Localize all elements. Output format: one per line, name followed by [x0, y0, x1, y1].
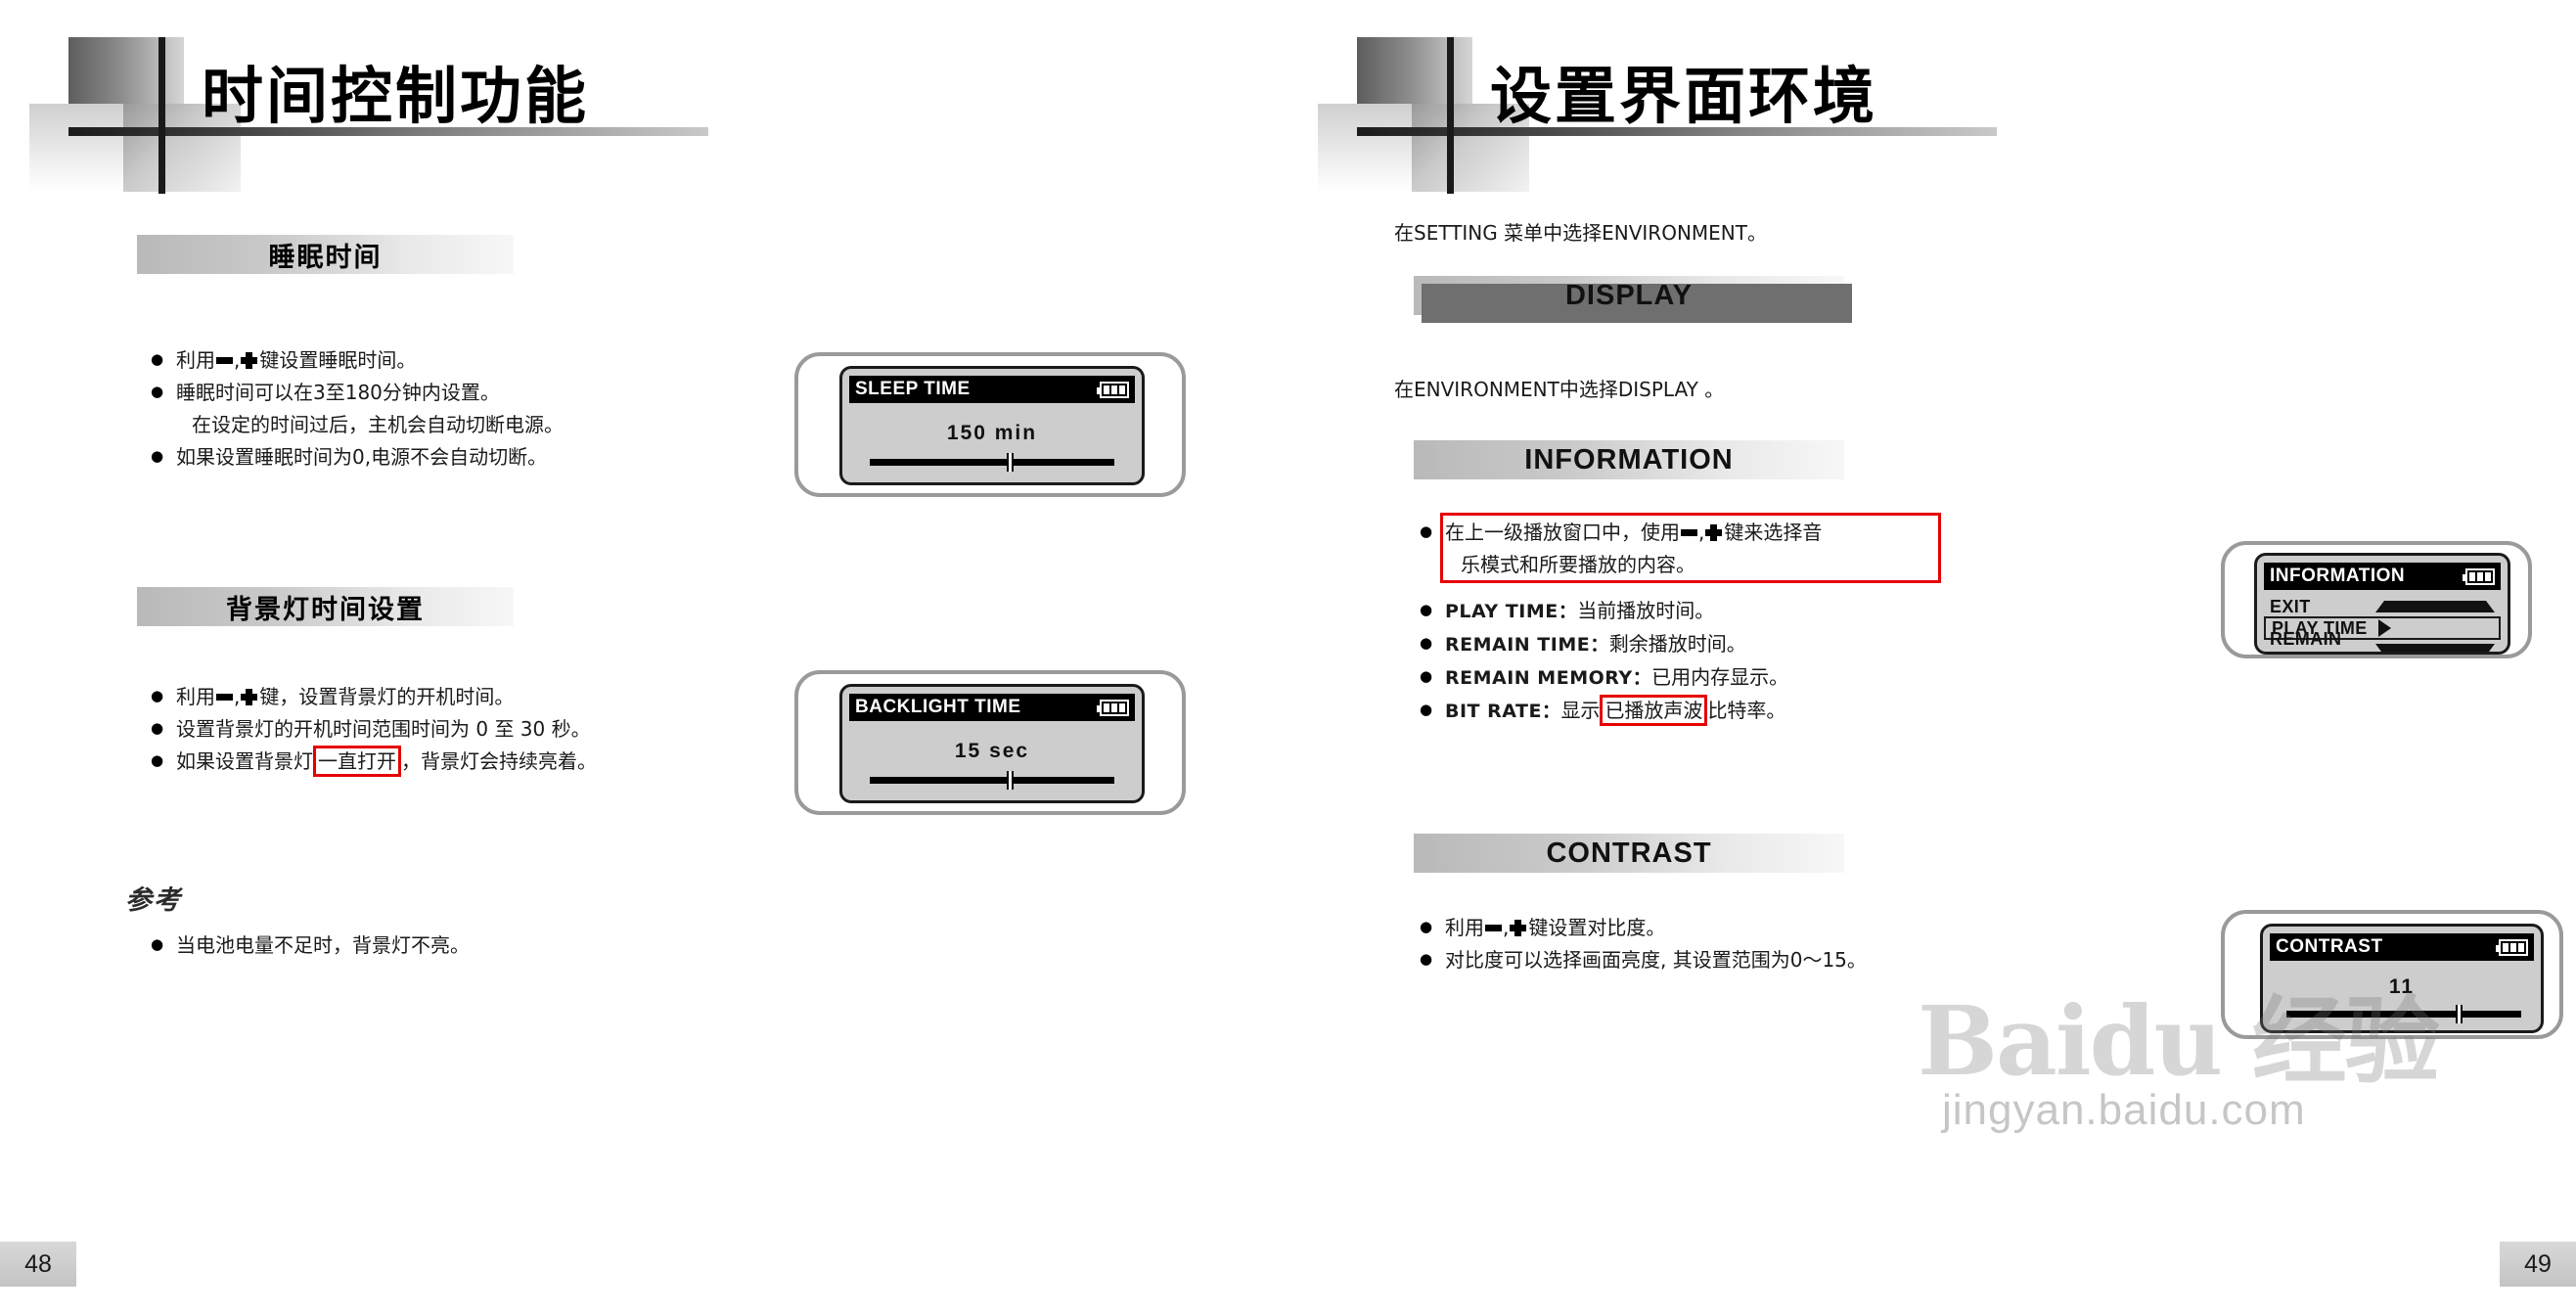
arrow-up-icon[interactable]	[2375, 601, 2495, 612]
menu-item-exit[interactable]: EXIT	[2264, 595, 2501, 618]
list-item: 如果设置睡眠时间为0,电源不会自动切断。	[149, 440, 755, 474]
lcd-slider-thumb[interactable]	[1007, 453, 1014, 472]
contrast-bullet-list: 利用,键设置对比度。 对比度可以选择画面亮度, 其设置范围为0～15。	[1418, 911, 2063, 976]
lcd-titlebar: BACKLIGHT TIME	[849, 694, 1135, 721]
device-mock-information-menu: INFORMATION EXIT PLAY TIME REMAIN TIME	[2221, 541, 2532, 658]
reference-bullet-list: 当电池电量不足时，背景灯不亮。	[149, 929, 736, 962]
plus-key-icon	[1705, 524, 1723, 541]
menu-item-label: REMAIN TIME	[2270, 629, 2342, 652]
menu-item-remain-time[interactable]: REMAIN TIME	[2264, 629, 2501, 652]
red-annotation-box: 一直打开	[313, 746, 401, 777]
list-item: PLAY TIME：当前播放时间。	[1418, 594, 2044, 628]
section-banner-label: 背景灯时间设置	[226, 594, 425, 625]
lcd-slider-thumb[interactable]	[2456, 1005, 2463, 1023]
battery-icon	[2496, 938, 2528, 956]
header-vertical-rule	[158, 37, 165, 194]
list-item: 利用,键，设置背景灯的开机时间。	[149, 680, 794, 713]
lcd-slider-track[interactable]	[870, 771, 1114, 790]
minus-key-icon	[216, 357, 233, 364]
right-page: 设置界面环境 在SETTING 菜单中选择ENVIRONMENT。 DISPLA…	[1288, 0, 2576, 1314]
left-page: 时间控制功能 睡眠时间 利用,键设置睡眠时间。 睡眠时间可以在3至180分钟内设…	[0, 0, 1288, 1314]
backlight-bullet-list: 利用,键，设置背景灯的开机时间。 设置背景灯的开机时间范围时间为 0 至 30 …	[149, 680, 794, 778]
battery-icon	[1097, 381, 1129, 398]
sleep-time-bullet-list: 利用,键设置睡眠时间。 睡眠时间可以在3至180分钟内设置。 在设定的时间过后，…	[149, 343, 755, 474]
battery-icon	[1097, 699, 1129, 716]
list-item-continuation: 在设定的时间过后，主机会自动切断电源。	[192, 413, 564, 436]
red-annotation-box: 已播放声波	[1600, 695, 1708, 726]
plus-key-icon	[1510, 920, 1527, 936]
section-banner-information: INFORMATION	[1414, 440, 1844, 479]
lcd-title-label: SLEEP TIME	[855, 379, 971, 399]
information-bullet-list: 在上一级播放窗口中，使用,键来选择音 乐模式和所要播放的内容。	[1418, 516, 2005, 581]
lcd-value-label: 11	[2388, 975, 2416, 998]
list-item: 睡眠时间可以在3至180分钟内设置。	[149, 376, 755, 409]
device-mock-contrast: CONTRAST 11	[2221, 910, 2563, 1039]
left-chapter-header: 时间控制功能	[29, 37, 1233, 194]
lcd-screen-information: INFORMATION EXIT PLAY TIME REMAIN TIME	[2254, 553, 2510, 655]
lcd-slider-track[interactable]	[2286, 1005, 2521, 1023]
header-block-light	[1318, 104, 1412, 192]
list-item-with-annotation: BIT RATE：显示已播放声波比特率。	[1418, 694, 2044, 728]
lcd-screen-sleep-time: SLEEP TIME 150 min	[839, 366, 1145, 485]
lcd-title-label: INFORMATION	[2270, 566, 2406, 586]
environment-intro-text: 在SETTING 菜单中选择ENVIRONMENT。	[1394, 221, 1767, 245]
right-chapter-header: 设置界面环境	[1318, 37, 2521, 194]
section-banner-label: DISPLAY	[1564, 279, 1694, 311]
arrow-right-icon[interactable]	[2377, 619, 2494, 637]
manual-page-spread: 时间控制功能 睡眠时间 利用,键设置睡眠时间。 睡眠时间可以在3至180分钟内设…	[0, 0, 2576, 1314]
device-mock-sleep-time: SLEEP TIME 150 min	[794, 352, 1186, 497]
section-banner-label: CONTRAST	[1546, 837, 1712, 869]
menu-item-label: EXIT	[2270, 596, 2311, 616]
list-item: 利用,键设置睡眠时间。	[149, 343, 755, 377]
section-banner-display: DISPLAY	[1414, 276, 1852, 323]
lcd-value-label: 15 sec	[954, 740, 1030, 762]
plus-key-icon	[241, 689, 258, 705]
section-banner-sleep-time: 睡眠时间	[137, 235, 514, 274]
minus-key-icon	[216, 694, 233, 701]
minus-key-icon	[1485, 925, 1502, 931]
display-intro-text: 在ENVIRONMENT中选择DISPLAY 。	[1394, 378, 1725, 401]
lcd-slider-thumb[interactable]	[1007, 771, 1014, 790]
minus-key-icon	[1681, 529, 1697, 536]
page-number-left: 48	[0, 1242, 76, 1287]
right-page-title: 设置界面环境	[1490, 60, 1877, 132]
list-item: 对比度可以选择画面亮度, 其设置范围为0～15。	[1418, 943, 2063, 976]
list-item: 利用,键设置对比度。	[1418, 911, 2063, 944]
battery-icon	[2463, 567, 2495, 585]
lcd-title-label: BACKLIGHT TIME	[855, 697, 1021, 717]
lcd-screen-contrast: CONTRAST 11	[2260, 924, 2544, 1033]
lcd-value-label: 150 min	[946, 422, 1038, 444]
section-banner-backlight-time: 背景灯时间设置	[137, 587, 514, 626]
lcd-slider-track[interactable]	[870, 453, 1114, 472]
header-block-light	[29, 104, 123, 192]
page-number-right: 49	[2500, 1242, 2576, 1287]
list-item: REMAIN MEMORY：已用内存显示。	[1418, 660, 2044, 695]
plus-key-icon	[241, 352, 258, 369]
lcd-screen-backlight-time: BACKLIGHT TIME 15 sec	[839, 684, 1145, 803]
lcd-titlebar: CONTRAST	[2270, 933, 2534, 961]
list-item-boxed: 在上一级播放窗口中，使用,键来选择音	[1418, 516, 2005, 549]
section-banner-contrast: CONTRAST	[1414, 834, 1844, 873]
list-item-with-annotation: 如果设置背景灯一直打开，背景灯会持续亮着。	[149, 745, 794, 778]
reference-heading: 参考	[125, 885, 182, 916]
device-mock-backlight-time: BACKLIGHT TIME 15 sec	[794, 670, 1186, 815]
list-item-term: REMAIN MEMORY：	[1445, 667, 1652, 689]
list-item-term: REMAIN TIME：	[1445, 634, 1609, 656]
list-item: REMAIN TIME：剩余播放时间。	[1418, 627, 2044, 661]
left-page-title: 时间控制功能	[202, 60, 589, 132]
section-banner-label: INFORMATION	[1524, 443, 1734, 476]
list-item: 当电池电量不足时，背景灯不亮。	[149, 929, 736, 962]
arrow-down-icon[interactable]	[2375, 644, 2495, 652]
header-vertical-rule	[1447, 37, 1454, 194]
list-item-term: BIT RATE：	[1445, 701, 1561, 722]
section-banner-label: 睡眠时间	[268, 242, 383, 273]
list-item-term: PLAY TIME：	[1445, 601, 1578, 622]
list-item: 设置背景灯的开机时间范围时间为 0 至 30 秒。	[149, 712, 794, 746]
list-item-boxed-continuation: 乐模式和所要播放的内容。	[1461, 553, 1695, 576]
information-detail-list: PLAY TIME：当前播放时间。 REMAIN TIME：剩余播放时间。 RE…	[1418, 594, 2044, 728]
lcd-titlebar: SLEEP TIME	[849, 376, 1135, 403]
lcd-title-label: CONTRAST	[2276, 936, 2383, 957]
lcd-titlebar: INFORMATION	[2264, 563, 2501, 590]
